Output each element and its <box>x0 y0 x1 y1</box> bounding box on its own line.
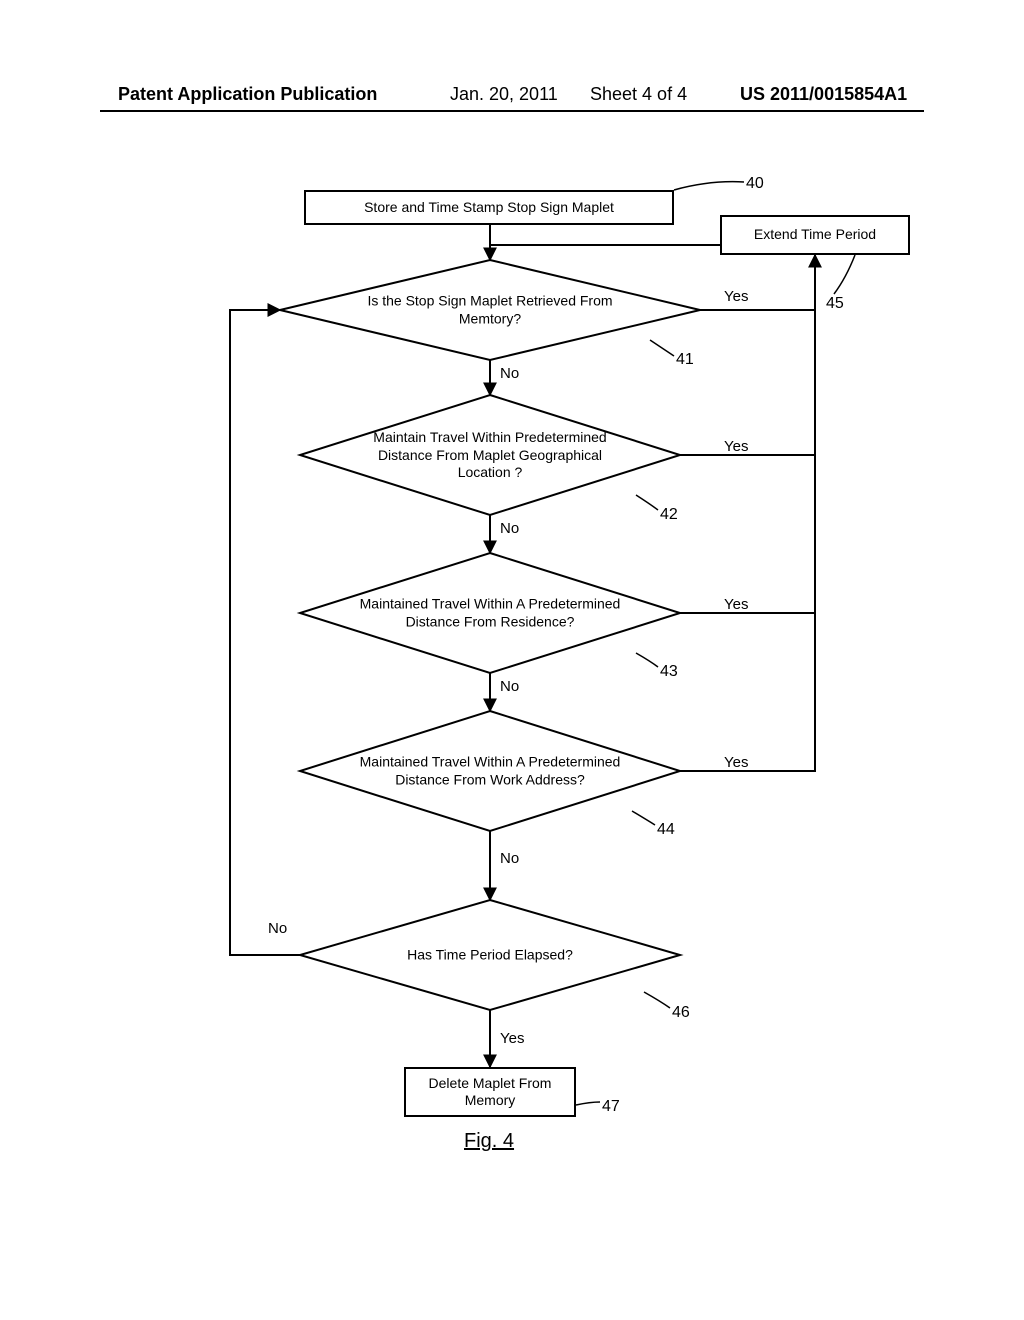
ref-47: 47 <box>602 1098 620 1116</box>
edge-44-yes: Yes <box>724 754 748 771</box>
ref-41: 41 <box>676 351 694 369</box>
node-41-text: Is the Stop Sign Maplet Retrieved From M… <box>343 293 637 328</box>
header-rule <box>100 110 924 112</box>
ref-42: 42 <box>660 506 678 524</box>
node-42-text: Maintain Travel Within Predetermined Dis… <box>357 429 623 482</box>
ref-44: 44 <box>657 821 675 839</box>
node-45-extend-time: Extend Time Period <box>720 215 910 255</box>
header-publication: Patent Application Publication <box>118 84 377 105</box>
node-46-text: Has Time Period Elapsed? <box>357 946 623 964</box>
figure-caption: Fig. 4 <box>464 1130 514 1153</box>
edge-42-yes: Yes <box>724 438 748 455</box>
header-date: Jan. 20, 2011 <box>450 84 558 105</box>
node-41-decision-retrieved: Is the Stop Sign Maplet Retrieved From M… <box>280 260 700 360</box>
node-40-text: Store and Time Stamp Stop Sign Maplet <box>364 199 614 217</box>
edge-42-no: No <box>500 520 519 537</box>
page: Patent Application Publication Jan. 20, … <box>0 0 1024 1320</box>
ref-45: 45 <box>826 295 844 313</box>
edge-43-no: No <box>500 678 519 695</box>
node-45-text: Extend Time Period <box>754 226 876 244</box>
node-43-decision-residence-distance: Maintained Travel Within A Predetermined… <box>300 553 680 673</box>
node-43-text: Maintained Travel Within A Predetermined… <box>357 596 623 631</box>
edge-41-no: No <box>500 365 519 382</box>
node-46-decision-elapsed: Has Time Period Elapsed? <box>300 900 680 1010</box>
edge-44-no: No <box>500 850 519 867</box>
node-44-text: Maintained Travel Within A Predetermined… <box>357 754 623 789</box>
node-47-text: Delete Maplet From Memory <box>410 1075 570 1110</box>
ref-46: 46 <box>672 1004 690 1022</box>
node-40-store-timestamp: Store and Time Stamp Stop Sign Maplet <box>304 190 674 225</box>
node-47-delete-maplet: Delete Maplet From Memory <box>404 1067 576 1117</box>
header-sheet: Sheet 4 of 4 <box>590 84 687 105</box>
node-42-decision-maplet-distance: Maintain Travel Within Predetermined Dis… <box>300 395 680 515</box>
edge-46-no: No <box>268 920 287 937</box>
header-pubnumber: US 2011/0015854A1 <box>740 84 907 105</box>
ref-43: 43 <box>660 663 678 681</box>
edge-46-yes: Yes <box>500 1030 524 1047</box>
node-44-decision-work-distance: Maintained Travel Within A Predetermined… <box>300 711 680 831</box>
edge-43-yes: Yes <box>724 596 748 613</box>
ref-40: 40 <box>746 175 764 193</box>
edge-41-yes: Yes <box>724 288 748 305</box>
